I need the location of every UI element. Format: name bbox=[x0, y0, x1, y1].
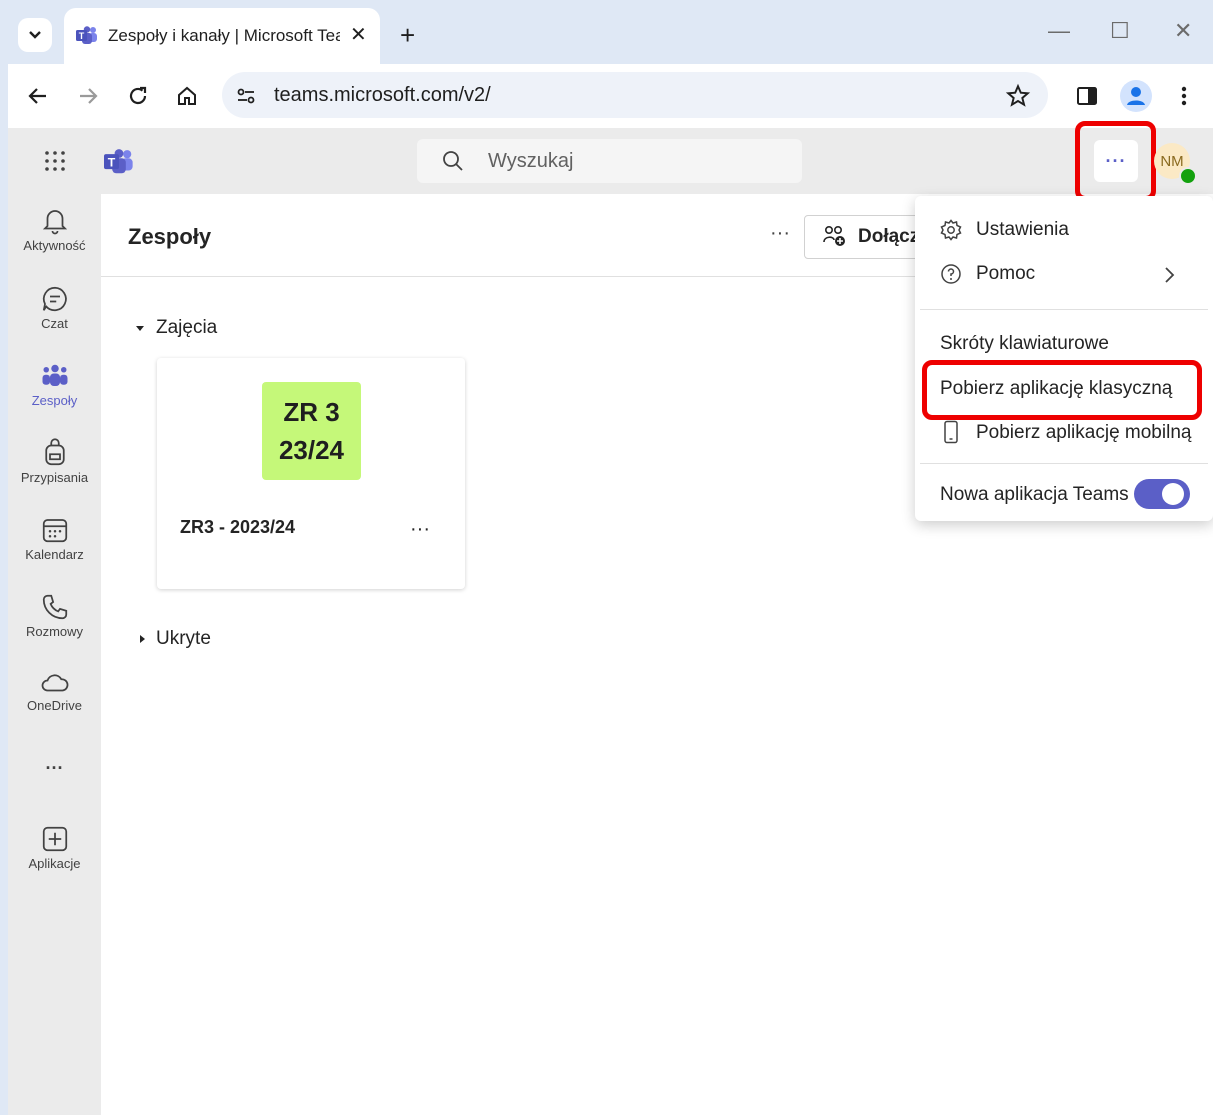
menu-item-keyboard-shortcuts[interactable]: Skróty klawiaturowe bbox=[940, 333, 1109, 355]
tab-search-dropdown[interactable] bbox=[18, 18, 52, 52]
group-zajecia-label[interactable]: Zajęcia bbox=[156, 317, 217, 339]
url-text[interactable]: teams.microsoft.com/v2/ bbox=[274, 84, 491, 107]
site-settings-icon[interactable] bbox=[234, 84, 258, 113]
menu-item-download-mobile-app[interactable]: Pobierz aplikację mobilną bbox=[976, 422, 1191, 444]
help-icon bbox=[939, 262, 963, 291]
toggle-knob bbox=[1162, 483, 1184, 505]
home-button[interactable] bbox=[175, 84, 199, 113]
chevron-right-icon bbox=[1163, 265, 1177, 290]
people-add-icon bbox=[822, 224, 848, 253]
rail-more-apps[interactable]: ··· bbox=[8, 758, 101, 779]
reload-button[interactable] bbox=[126, 84, 150, 113]
person-icon bbox=[1127, 87, 1145, 105]
menu-divider bbox=[920, 463, 1208, 464]
menu-item-download-desktop-app[interactable]: Pobierz aplikację klasyczną bbox=[940, 378, 1172, 400]
team-card-more-button[interactable]: ··· bbox=[410, 518, 430, 541]
rail-item-apps[interactable]: Aplikacje bbox=[8, 824, 101, 871]
bookmark-star-icon[interactable] bbox=[1005, 83, 1031, 114]
search-icon bbox=[441, 149, 465, 178]
browser-menu-icon[interactable] bbox=[1176, 84, 1192, 113]
rail-item-chat[interactable]: Czat bbox=[8, 284, 101, 331]
new-tab-button[interactable]: + bbox=[400, 20, 415, 51]
search-placeholder: Wyszukaj bbox=[488, 150, 574, 172]
teams-more-options[interactable]: ··· bbox=[770, 222, 790, 245]
teams-icon bbox=[42, 364, 67, 386]
tab-title: Zespoły i kanały | Microsoft Teams bbox=[108, 26, 340, 45]
team-name: ZR3 - 2023/24 bbox=[180, 517, 296, 537]
team-tile-line2: 23/24 bbox=[278, 435, 345, 465]
chat-icon bbox=[42, 286, 67, 312]
cloud-icon bbox=[41, 674, 68, 692]
rail-label-calendar: Kalendarz bbox=[25, 547, 84, 562]
reload-icon bbox=[129, 86, 147, 105]
arrow-left-icon bbox=[28, 88, 46, 104]
rail-item-calls[interactable]: Rozmowy bbox=[8, 592, 101, 639]
svg-text:T: T bbox=[108, 155, 116, 169]
rail-item-activity[interactable]: Aktywność bbox=[8, 206, 101, 253]
rail-item-onedrive[interactable]: OneDrive bbox=[8, 670, 101, 713]
maximize-button[interactable]: ☐ bbox=[1110, 18, 1130, 44]
teams-favicon: T bbox=[76, 26, 98, 49]
gear-icon bbox=[939, 218, 963, 247]
arrow-right-icon bbox=[80, 88, 98, 104]
rail-label-chat: Czat bbox=[41, 316, 68, 331]
minimize-button[interactable]: — bbox=[1048, 18, 1070, 44]
close-window-button[interactable]: ✕ bbox=[1174, 18, 1192, 44]
tab-close-icon[interactable]: ✕ bbox=[350, 22, 367, 47]
caret-right-icon[interactable] bbox=[136, 632, 148, 650]
bell-icon bbox=[42, 210, 67, 235]
phone-icon bbox=[42, 594, 67, 620]
settings-and-more-button[interactable]: ··· bbox=[1094, 140, 1138, 182]
group-ukryte-label[interactable]: Ukryte bbox=[156, 628, 211, 650]
calendar-icon bbox=[42, 519, 67, 543]
rail-item-calendar[interactable]: Kalendarz bbox=[8, 515, 101, 562]
team-tile: ZR 3 23/24 bbox=[262, 382, 361, 480]
window-left-edge bbox=[0, 0, 8, 1115]
presence-available-icon bbox=[1179, 167, 1197, 185]
profile-avatar[interactable] bbox=[1120, 80, 1152, 112]
back-button[interactable] bbox=[26, 84, 50, 113]
svg-text:T: T bbox=[79, 31, 85, 41]
add-app-icon bbox=[42, 826, 67, 852]
menu-item-new-teams: Nowa aplikacja Teams bbox=[940, 484, 1129, 505]
mobile-phone-icon bbox=[941, 420, 961, 449]
menu-item-help[interactable]: Pomoc bbox=[976, 263, 1035, 285]
teams-logo-icon: T bbox=[104, 148, 134, 179]
rail-label-apps: Aplikacje bbox=[28, 856, 81, 871]
rail-label-assignments: Przypisania bbox=[20, 470, 89, 485]
app-rail bbox=[8, 194, 101, 1115]
caret-down-icon[interactable] bbox=[134, 321, 146, 339]
menu-divider bbox=[920, 309, 1208, 310]
menu-item-settings[interactable]: Ustawienia bbox=[976, 219, 1069, 241]
backpack-icon bbox=[44, 438, 65, 466]
search-input[interactable] bbox=[417, 139, 802, 183]
rail-label-activity: Aktywność bbox=[23, 238, 86, 253]
join-button-label: Dołącz bbox=[858, 226, 920, 247]
team-tile-line1: ZR 3 bbox=[283, 397, 340, 427]
side-panel-icon[interactable] bbox=[1075, 84, 1099, 113]
chevron-down-icon bbox=[29, 31, 41, 39]
app-launcher-icon[interactable] bbox=[43, 149, 67, 178]
home-icon bbox=[178, 86, 196, 105]
rail-label-calls: Rozmowy bbox=[25, 624, 84, 639]
page-title: Zespoły bbox=[128, 224, 212, 249]
rail-label-onedrive: OneDrive bbox=[27, 698, 82, 713]
rail-item-teams[interactable]: Zespoły bbox=[8, 361, 101, 408]
rail-item-assignments[interactable]: Przypisania bbox=[8, 438, 101, 485]
rail-label-teams: Zespoły bbox=[31, 393, 78, 408]
forward-button[interactable] bbox=[76, 84, 100, 113]
